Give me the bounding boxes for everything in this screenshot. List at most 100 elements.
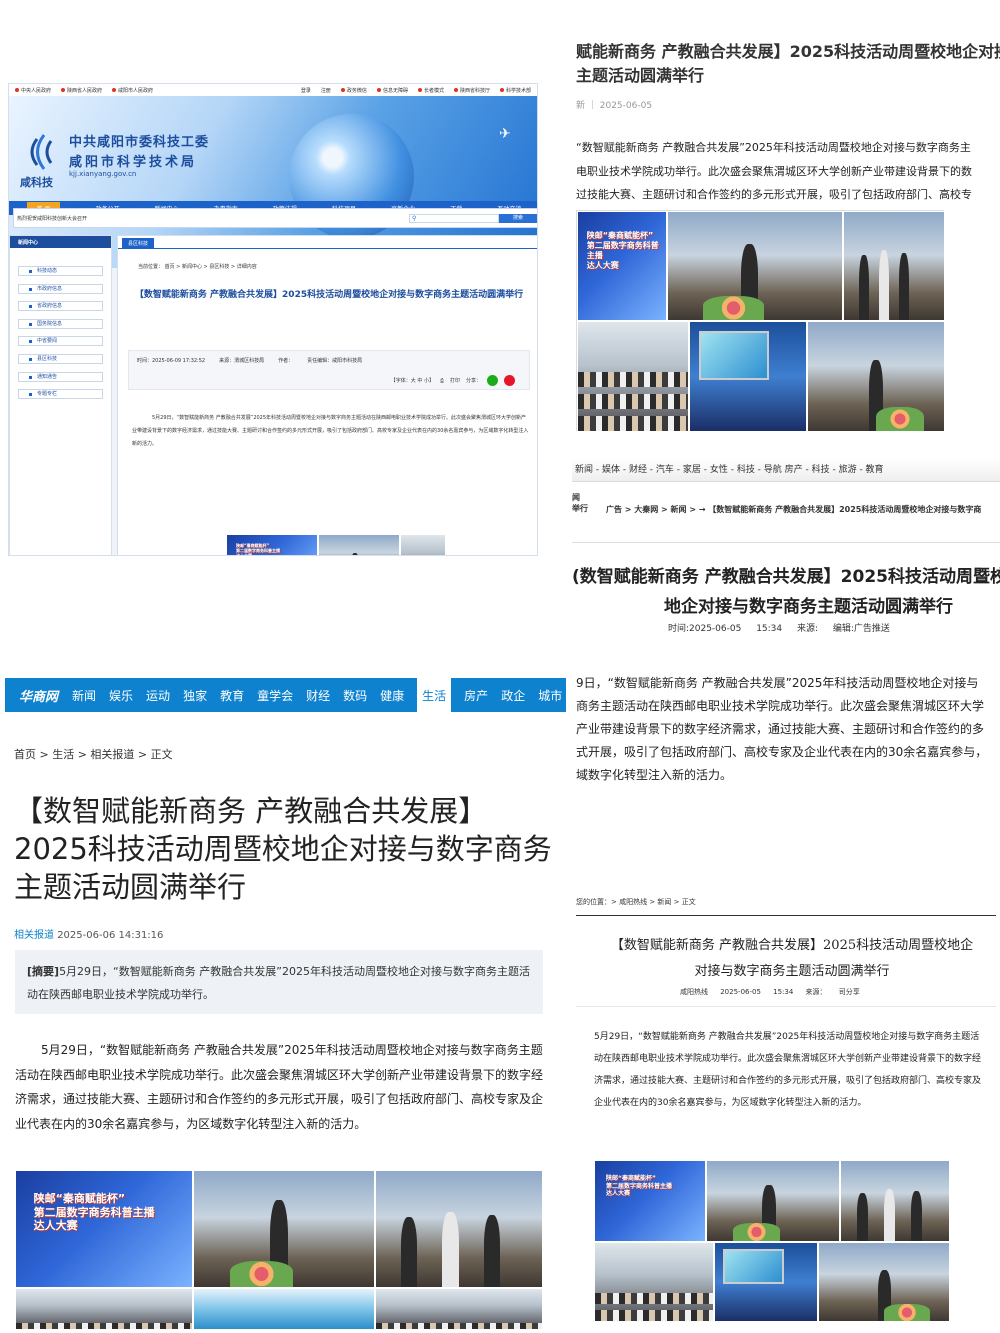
article-photo-grid: 陕邮“秦商赋能杯” 第二届数字商务科普主播 达人大赛	[15, 1170, 543, 1330]
article-title-1: (数智赋能新商务 产教融合共发展】2025科技活动周暨校	[572, 567, 1000, 587]
nav-item[interactable]: 生活	[417, 677, 452, 713]
topbar-link[interactable]: 政务微信	[340, 87, 367, 94]
topbar-link[interactable]: 注册	[321, 87, 331, 94]
article-meta: 时间：2025-06-09 17:32:52 来源：渭城区科技局 作者： 责任编…	[128, 350, 530, 390]
sidebar-item[interactable]: 省政府信息	[18, 301, 103, 312]
nav-item[interactable]: 财经	[306, 687, 330, 704]
search-input[interactable]: ⚲	[409, 214, 499, 223]
breadcrumb: 首页 > 生活 > 相关报道 > 正文	[14, 748, 173, 761]
article-photo-grid: 陕邮“秦商赋能杯” 第二届数字商务科普主播 达人大赛	[594, 1160, 950, 1322]
nav-item[interactable]: 童学会	[257, 687, 293, 704]
photo-banner: 陕邮“秦商赋能杯” 第二届数字商务科普主播 达人大赛	[594, 1160, 706, 1242]
article-title: 【数智赋能新商务 产教融合共发展】2025科技活动周暨校地企对接与数字商务主题活…	[134, 290, 524, 300]
topbar-link[interactable]: 咸阳市人民政府	[112, 87, 153, 94]
article-photo-grid: 陕邮“秦商赋能杯” 第二届数字商务科普主播 达人大赛	[576, 210, 945, 432]
site-title-2: 咸阳市科学技术局	[69, 155, 198, 170]
huashang-nav: 华商网 新闻 娱乐 运动 独家 教育 童学会 财经 数码 健康 生活 房产 政企 城市	[5, 677, 566, 713]
sidebar-item[interactable]: 中省要闻	[18, 336, 103, 347]
nav-item[interactable]: 新闻	[72, 687, 96, 704]
share-label: 分享：	[465, 378, 481, 384]
breadcrumb: 当前位置： 首页 > 新闻中心 > 县区科技 > 详细内容	[138, 264, 257, 270]
photo-performers	[714, 1242, 818, 1322]
photo-audience	[577, 321, 689, 432]
meta-tag[interactable]: 相关报道	[14, 930, 54, 941]
gov-sidebar: 新闻中心 科技动态市政府信息省政府信息国务院信息中省要闻县区科技通知通告专题专栏	[9, 235, 112, 555]
article-screenshot-b: 赋能新商务 产教融合共发展】2025科技活动周暨校地企对接 主题活动圆满举行 新…	[572, 30, 1000, 450]
topbar-link[interactable]: 陕西省人民政府	[61, 87, 102, 94]
article-meta: 新 ｜ 2025-06-05	[576, 101, 653, 111]
site-title-1: 中共咸阳市委科技工委	[69, 135, 210, 150]
topbar-link[interactable]: 陕西省科技厅	[453, 87, 490, 94]
sidebar-item[interactable]: 县区科技	[18, 353, 103, 364]
sidebar-item[interactable]: 市政府信息	[18, 283, 103, 294]
sidebar-title: 新闻中心	[10, 236, 111, 248]
search-button[interactable]: 搜索	[499, 214, 537, 223]
photo-audience	[15, 1288, 193, 1330]
nav-item[interactable]: 城市	[538, 687, 562, 704]
photo-banner: 陕邮“秦商赋能杯” 第二届数字商务科普主播 达人大赛	[15, 1170, 193, 1288]
article-photo-hall	[400, 534, 446, 555]
topbar-link[interactable]: 登录	[301, 87, 311, 94]
sidebar-item[interactable]: 通知通告	[18, 371, 103, 382]
gov-article: 县区科技 当前位置： 首页 > 新闻中心 > 县区科技 > 详细内容 【数智赋能…	[117, 235, 537, 555]
site-logo-icon	[30, 134, 53, 170]
huashang-screenshot: 华商网 新闻 娱乐 运动 独家 教育 童学会 财经 数码 健康 生活 房产 政企 城市 首页 > 生活 …	[0, 672, 566, 1333]
meta-source: 来源：渭城区科技局	[219, 358, 265, 364]
wechat-icon[interactable]	[487, 375, 498, 386]
article-body: 5月29日，“数智赋能新商务 产教融合共发展”2025年科技活动周暨校地企对接与…	[594, 1032, 982, 1108]
sidebar-item[interactable]: 国务院信息	[18, 318, 103, 329]
topbar-link[interactable]: 长者模式	[417, 87, 444, 94]
meta-editor: 责任编辑：咸阳市科技局	[307, 358, 363, 364]
breadcrumb: 您的位置：> 咸阳热线 > 新闻 > 正文	[576, 898, 696, 906]
article-title: 【数智赋能新商务 产教融合共发展】2025科技活动周暨校地企对接与数字商务主题活…	[14, 794, 552, 904]
topbar-link[interactable]: 中央人民政府	[15, 87, 51, 94]
huashang-logo[interactable]: 华商网	[19, 686, 58, 705]
print-link[interactable]: 打印	[450, 377, 460, 384]
meta-time: 时间：2025-06-09 17:32:52	[137, 358, 206, 364]
gov-site-screenshot: 中央人民政府 陕西省人民政府 咸阳市人民政府 登录 注册 政务微信 信息无障碍 长者模式 陕西省…	[8, 83, 538, 556]
nav-item[interactable]: 房产	[464, 687, 488, 704]
photo-performers	[689, 321, 807, 432]
article-meta: 咸阳热线 2025-06-05 15:34 来源： 司分享	[680, 988, 860, 996]
photo-audience	[594, 1242, 714, 1322]
notice-text[interactable]: 热烈祝贺咸阳科技创新大会召开	[17, 215, 87, 222]
article-body: 5月29日，“数智赋能新商务 产教融合共发展”2025年科技活动周暨校地企对接与…	[132, 415, 529, 447]
photo-banner: 陕邮“秦商赋能杯” 第二届数字商务科普主播 达人大赛	[577, 211, 667, 321]
photo-speaker	[667, 211, 843, 321]
photo-presenter	[375, 1288, 543, 1330]
article-screenshot-c: 新闻 - 娱体 - 财经 - 汽车 - 家居 - 女性 - 科技 - 导航 房产…	[572, 458, 1000, 838]
article-title-1: 【数智赋能新商务 产教融合共发展】2025科技活动周暨校地企	[610, 938, 974, 953]
gov-notice-bar: 热烈祝贺咸阳科技创新大会召开 ⚲ 搜索	[13, 208, 537, 228]
xianyang-screenshot: 您的位置：> 咸阳热线 > 新闻 > 正文 【数智赋能新商务 产教融合共发展】2…	[572, 888, 1000, 1333]
photo-speaker	[706, 1160, 840, 1242]
article-photo-stage	[318, 534, 400, 555]
article-title: 赋能新商务 产教融合共发展】2025科技活动周暨校地企对接 主题活动圆满举行	[576, 42, 1000, 85]
topbar-link[interactable]: 科学技术部	[499, 87, 531, 94]
channel-bar[interactable]: 新闻 - 娱体 - 财经 - 汽车 - 家居 - 女性 - 科技 - 导航 房产…	[572, 458, 1000, 482]
site-logo-text: 咸科技	[20, 176, 53, 189]
weibo-icon[interactable]	[504, 375, 515, 386]
breadcrumb: 广告 > 大秦网 > 新闻 > → 【数智赋能新商务 产教融合共发展】2025科…	[606, 505, 982, 514]
photo-speaker	[193, 1170, 375, 1288]
nav-item[interactable]: 教育	[220, 687, 244, 704]
site-url: kjj.xianyang.gov.cn	[69, 170, 137, 178]
article-body: 9日，“数智赋能新商务 产教融合共发展”2025年科技活动周暨校地企对接与 商务…	[576, 676, 988, 782]
sidebar-item[interactable]: 专题专栏	[18, 389, 103, 400]
article-title-2: 地企对接与数字商务主题活动圆满举行	[664, 597, 953, 617]
nav-item[interactable]: 运动	[146, 687, 170, 704]
meta-author: 作者：	[278, 358, 294, 364]
nav-item[interactable]: 数码	[343, 687, 367, 704]
font-size-switch[interactable]: 【字体：大 中 小】	[391, 377, 434, 384]
nav-item[interactable]: 娱乐	[109, 687, 133, 704]
topbar-link[interactable]: 信息无障碍	[376, 87, 408, 94]
article-meta: 时间:2025-06-05 15:34 来源: 编辑:广告推送	[668, 624, 890, 634]
print-icon[interactable]: ⎙	[440, 378, 444, 384]
nav-item[interactable]: 独家	[183, 687, 207, 704]
nav-item[interactable]: 政企	[501, 687, 525, 704]
photo-group	[843, 211, 945, 321]
search-icon: ⚲	[412, 215, 417, 222]
sidebar-item[interactable]: 科技动态	[18, 266, 103, 276]
article-photo-banner: 陕邮“秦商赋能杯” 第二届数字商务科普主播 达人大赛	[226, 534, 318, 555]
nav-item[interactable]: 健康	[380, 687, 404, 704]
article-body: 5月29日，“数智赋能新商务 产教融合共发展”2025年科技活动周暨校地企对接与…	[15, 1043, 544, 1131]
